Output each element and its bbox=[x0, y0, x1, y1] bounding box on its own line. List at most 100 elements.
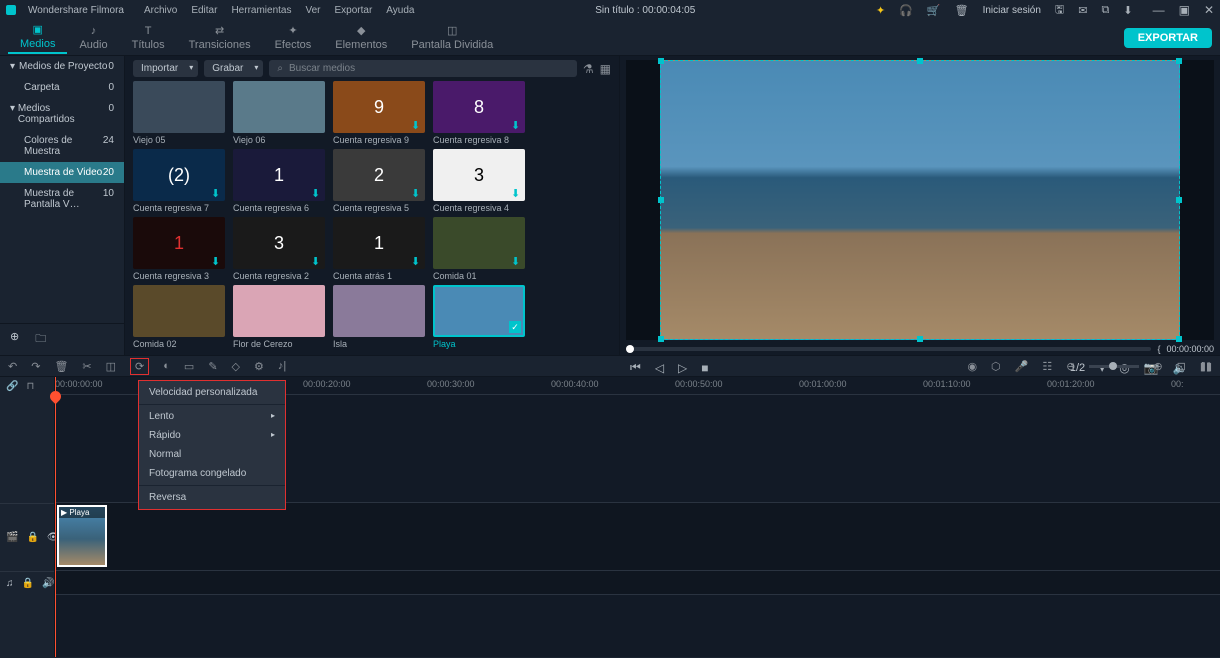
media-thumbnail[interactable]: 2⬇Cuenta regresiva 5 bbox=[333, 149, 425, 213]
quality-icon[interactable]: ◎ bbox=[1119, 361, 1129, 375]
zoom-out-icon[interactable]: ⊖ bbox=[1066, 360, 1075, 373]
cut-icon[interactable]: ✂ bbox=[82, 360, 91, 373]
voiceover-icon[interactable]: 🎤 bbox=[1015, 360, 1029, 373]
menu-tools[interactable]: Herramientas bbox=[231, 5, 291, 16]
menu-export[interactable]: Exportar bbox=[335, 5, 373, 16]
menu-edit[interactable]: Editar bbox=[191, 5, 217, 16]
media-thumbnail[interactable]: ✓Playa bbox=[433, 285, 525, 349]
tab-elements[interactable]: ◆Elementos bbox=[323, 22, 399, 53]
media-thumbnail[interactable]: Viejo 05 bbox=[133, 81, 225, 145]
new-folder-icon[interactable]: ⊕ bbox=[10, 330, 19, 349]
lock-icon[interactable]: 🔒 bbox=[26, 532, 38, 543]
open-folder-icon[interactable]: 🗀 bbox=[35, 330, 46, 349]
green-screen-icon[interactable]: ▭ bbox=[184, 360, 194, 373]
keyframe-icon[interactable]: ◇ bbox=[232, 360, 240, 373]
login-link[interactable]: Iniciar sesión bbox=[983, 5, 1041, 16]
preview-canvas[interactable] bbox=[626, 60, 1214, 340]
timeline-clip[interactable]: ▶ Playa bbox=[57, 505, 107, 567]
audio-track-1[interactable] bbox=[55, 571, 1220, 595]
tab-titles[interactable]: TTítulos bbox=[120, 23, 177, 53]
menu-freeze-frame[interactable]: Fotograma congelado bbox=[139, 464, 285, 483]
window-minimize-icon[interactable]: — bbox=[1153, 3, 1165, 17]
media-thumbnail[interactable]: 8⬇Cuenta regresiva 8 bbox=[433, 81, 525, 145]
search-input[interactable]: ⌕ Buscar medios bbox=[269, 60, 577, 77]
undo-icon[interactable]: ↶ bbox=[8, 360, 17, 373]
sidebar-item[interactable]: Carpeta0 bbox=[0, 77, 124, 98]
menu-slow[interactable]: Lento bbox=[139, 407, 285, 426]
menu-reverse[interactable]: Reversa bbox=[139, 488, 285, 507]
menu-normal[interactable]: Normal bbox=[139, 445, 285, 464]
zoom-in-icon[interactable]: ⊕ bbox=[1153, 360, 1162, 373]
trash-icon[interactable]: 🗑 bbox=[955, 4, 969, 17]
video-track-icon[interactable]: 🎬 bbox=[6, 532, 18, 543]
delete-icon[interactable]: 🗑 bbox=[54, 360, 68, 373]
music-track-icon[interactable]: ♫ bbox=[6, 578, 14, 589]
media-thumbnail[interactable]: Isla bbox=[333, 285, 425, 349]
tab-audio[interactable]: ♪Audio bbox=[67, 23, 119, 53]
audio-lock-icon[interactable]: 🔒 bbox=[22, 578, 34, 589]
menu-custom-speed[interactable]: Velocidad personalizada bbox=[139, 383, 285, 402]
sidebar-item[interactable]: Muestra de Pantalla V…10 bbox=[0, 183, 124, 215]
tab-transitions[interactable]: ⇄Transiciones bbox=[177, 22, 263, 53]
media-thumbnail[interactable]: Flor de Cerezo bbox=[233, 285, 325, 349]
playhead[interactable] bbox=[55, 377, 56, 657]
headphones-icon[interactable]: 🎧 bbox=[899, 4, 913, 17]
cart-icon[interactable]: 🛒 bbox=[927, 4, 941, 17]
media-thumbnail[interactable]: 1⬇Cuenta regresiva 6 bbox=[233, 149, 325, 213]
media-thumbnail[interactable]: 1⬇Cuenta atrás 1 bbox=[333, 217, 425, 281]
download-icon[interactable]: ⬇ bbox=[1123, 4, 1132, 17]
menu-fast[interactable]: Rápido bbox=[139, 426, 285, 445]
tab-media[interactable]: ▣Medios bbox=[8, 21, 67, 54]
record-dropdown[interactable]: Grabar bbox=[204, 60, 263, 77]
prev-frame-icon[interactable]: ⏮ bbox=[630, 360, 641, 375]
message-icon[interactable]: ✉ bbox=[1078, 4, 1087, 17]
scrub-track[interactable] bbox=[626, 347, 1151, 351]
media-thumbnail[interactable]: Comida 02 bbox=[133, 285, 225, 349]
media-thumbnail[interactable]: ⬇Comida 01 bbox=[433, 217, 525, 281]
speed-button[interactable]: ⟳ bbox=[130, 358, 149, 375]
zoom-fit-icon[interactable]: ⊡ bbox=[1177, 360, 1186, 373]
video-track-1[interactable]: ▶ Playa bbox=[55, 503, 1220, 571]
tip-icon[interactable]: ✦ bbox=[876, 4, 885, 17]
media-thumbnail[interactable]: 3⬇Cuenta regresiva 2 bbox=[233, 217, 325, 281]
sidebar-item[interactable]: Muestra de Video20 bbox=[0, 162, 124, 183]
play-icon[interactable]: ▷ bbox=[678, 361, 687, 375]
zoom-slider[interactable] bbox=[1089, 365, 1139, 368]
media-thumbnail[interactable]: Viejo 06 bbox=[233, 81, 325, 145]
record-screen-icon[interactable]: ⧉ bbox=[1102, 4, 1110, 17]
sidebar-item[interactable]: Colores de Muestra24 bbox=[0, 130, 124, 162]
tab-split-screen[interactable]: ◫Pantalla Dividida bbox=[399, 22, 505, 53]
settings-icon[interactable]: ⚙ bbox=[254, 360, 264, 373]
stop-icon[interactable]: ■ bbox=[701, 361, 708, 375]
window-restore-icon[interactable]: ▣ bbox=[1179, 3, 1190, 17]
menu-file[interactable]: Archivo bbox=[144, 5, 177, 16]
adjust-icon[interactable]: ✎ bbox=[208, 360, 217, 373]
color-icon[interactable]: ◐ bbox=[163, 360, 170, 372]
sidebar-item[interactable]: ▾Medios de Proyecto0 bbox=[0, 56, 124, 77]
menu-help[interactable]: Ayuda bbox=[386, 5, 414, 16]
media-thumbnail[interactable]: 9⬇Cuenta regresiva 9 bbox=[333, 81, 425, 145]
sidebar-item[interactable]: ▾Medios Compartidos0 bbox=[0, 98, 124, 130]
window-close-icon[interactable]: ✕ bbox=[1204, 3, 1214, 17]
mixer-icon[interactable]: ☷ bbox=[1042, 360, 1052, 373]
grid-view-icon[interactable]: ▦ bbox=[600, 62, 611, 76]
redo-icon[interactable]: ↷ bbox=[31, 360, 40, 373]
media-thumbnail[interactable]: (2)⬇Cuenta regresiva 7 bbox=[133, 149, 225, 213]
filter-icon[interactable]: ⚗ bbox=[583, 62, 594, 76]
import-dropdown[interactable]: Importar bbox=[133, 60, 198, 77]
audio-tool-icon[interactable]: ♪| bbox=[278, 360, 286, 372]
play-back-icon[interactable]: ◁ bbox=[655, 361, 664, 375]
menu-view[interactable]: Ver bbox=[305, 5, 320, 16]
link-icon[interactable]: 🔗 bbox=[6, 381, 18, 392]
crop-icon[interactable]: ◫ bbox=[106, 360, 116, 373]
marker-icon[interactable]: ◉ bbox=[967, 360, 977, 373]
tab-effects[interactable]: ✦Efectos bbox=[263, 22, 324, 53]
media-thumbnail[interactable]: 3⬇Cuenta regresiva 4 bbox=[433, 149, 525, 213]
magnet-icon[interactable]: ⊓ bbox=[26, 381, 34, 392]
speaker-icon[interactable]: 🔊 bbox=[42, 578, 54, 589]
export-button[interactable]: EXPORTAR bbox=[1124, 28, 1212, 48]
media-thumbnail[interactable]: 1⬇Cuenta regresiva 3 bbox=[133, 217, 225, 281]
timeline-list-icon[interactable]: ▮▮ bbox=[1200, 360, 1212, 373]
save-icon[interactable]: 🖫 bbox=[1055, 1, 1064, 20]
ratio-caret-icon[interactable]: ▾ bbox=[1099, 361, 1105, 375]
